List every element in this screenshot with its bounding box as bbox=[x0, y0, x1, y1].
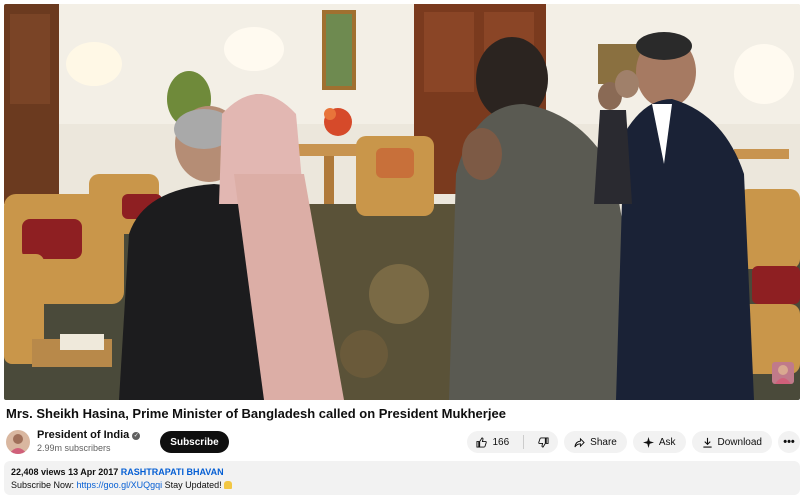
download-icon bbox=[702, 437, 712, 448]
share-label: Share bbox=[590, 436, 617, 448]
view-count: 22,408 views bbox=[11, 467, 66, 477]
channel-avatar[interactable] bbox=[6, 430, 30, 454]
hashtag-link[interactable]: RASHTRAPATI BHAVAN bbox=[121, 467, 224, 477]
verified-icon: ✓ bbox=[132, 431, 141, 440]
like-count: 166 bbox=[492, 436, 510, 448]
bell-emoji-icon bbox=[224, 481, 233, 489]
channel-name-row: President of India ✓ bbox=[37, 429, 141, 442]
ask-label: Ask bbox=[658, 436, 676, 448]
like-button[interactable]: 166 bbox=[467, 431, 518, 453]
description-meta-line: 22,408 views 13 Apr 2017 RASHTRAPATI BHA… bbox=[11, 466, 793, 479]
subscribe-button[interactable]: Subscribe bbox=[160, 431, 229, 453]
description-prefix: Subscribe Now: bbox=[11, 480, 75, 490]
channel-name[interactable]: President of India bbox=[37, 429, 129, 442]
more-button[interactable]: ••• bbox=[778, 431, 800, 453]
description-box[interactable]: 22,408 views 13 Apr 2017 RASHTRAPATI BHA… bbox=[4, 461, 800, 495]
ask-button[interactable]: Ask bbox=[632, 431, 686, 453]
thumbs-down-icon bbox=[538, 436, 549, 448]
description-suffix: Stay Updated! bbox=[164, 480, 222, 490]
action-bar: 166 Share Ask Download ••• bbox=[467, 431, 800, 453]
channel-info: President of India ✓ 2.99m subscribers bbox=[37, 429, 141, 455]
description-text-line: Subscribe Now: https://goo.gl/XUQgqi Sta… bbox=[11, 479, 793, 492]
video-frame bbox=[4, 4, 800, 400]
share-button[interactable]: Share bbox=[564, 431, 627, 453]
more-icon: ••• bbox=[783, 436, 795, 448]
download-button[interactable]: Download bbox=[691, 431, 772, 453]
subscribe-link[interactable]: https://goo.gl/XUQgqi bbox=[77, 480, 163, 490]
owner-row: President of India ✓ 2.99m subscribers S… bbox=[6, 429, 229, 455]
like-dislike-group: 166 bbox=[467, 431, 559, 453]
ask-icon bbox=[642, 436, 654, 448]
download-label: Download bbox=[717, 436, 762, 448]
thumbs-up-icon bbox=[476, 436, 488, 448]
like-divider bbox=[523, 435, 525, 449]
share-icon bbox=[574, 437, 585, 447]
upload-date: 13 Apr 2017 bbox=[68, 467, 119, 477]
video-player[interactable] bbox=[4, 4, 800, 400]
video-title: Mrs. Sheikh Hasina, Prime Minister of Ba… bbox=[6, 406, 506, 421]
subscriber-count: 2.99m subscribers bbox=[37, 443, 111, 453]
channel-watermark[interactable] bbox=[772, 362, 794, 384]
dislike-button[interactable] bbox=[529, 431, 558, 453]
